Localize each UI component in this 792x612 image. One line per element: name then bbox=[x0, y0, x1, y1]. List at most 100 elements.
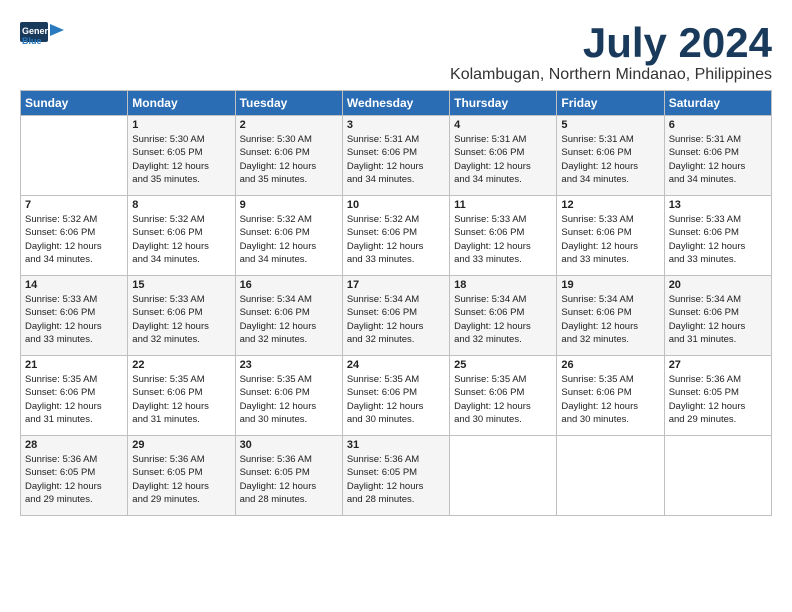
day-number: 21 bbox=[25, 359, 123, 371]
calendar-cell: 19 Sunrise: 5:34 AM Sunset: 6:06 PM Dayli… bbox=[557, 276, 664, 356]
calendar-cell: 28Sunrise: 5:36 AM Sunset: 6:05 PM Dayli… bbox=[21, 436, 128, 516]
day-number: 9 bbox=[240, 199, 338, 211]
day-number: 15 bbox=[132, 279, 230, 291]
day-details: Sunrise: 5:31 AM Sunset: 6:06 PM Dayligh… bbox=[669, 133, 767, 186]
calendar-cell: 1Sunrise: 5:30 AM Sunset: 6:05 PM Daylig… bbox=[128, 116, 235, 196]
calendar-cell: 25 Sunrise: 5:35 AM Sunset: 6:06 PM Dayli… bbox=[450, 356, 557, 436]
day-details: Sunrise: 5:34 AM Sunset: 6:06 PM Dayligh… bbox=[561, 293, 659, 346]
day-number: 11 bbox=[454, 199, 552, 211]
calendar-header-row: SundayMondayTuesdayWednesdayThursdayFrid… bbox=[21, 91, 772, 116]
calendar-cell: 10 Sunrise: 5:32 AM Sunset: 6:06 PM Dayli… bbox=[342, 196, 449, 276]
day-number: 12 bbox=[561, 199, 659, 211]
day-number: 26 bbox=[561, 359, 659, 371]
day-number: 10 bbox=[347, 199, 445, 211]
day-details: Sunrise: 5:32 AM Sunset: 6:06 PM Dayligh… bbox=[132, 213, 230, 266]
day-details: Sunrise: 5:36 AM Sunset: 6:05 PM Dayligh… bbox=[132, 453, 230, 506]
svg-text:Blue: Blue bbox=[22, 36, 42, 46]
calendar-cell: 8Sunrise: 5:32 AM Sunset: 6:06 PM Daylig… bbox=[128, 196, 235, 276]
day-details: Sunrise: 5:32 AM Sunset: 6:06 PM Dayligh… bbox=[240, 213, 338, 266]
day-details: Sunrise: 5:34 AM Sunset: 6:06 PM Dayligh… bbox=[454, 293, 552, 346]
calendar-cell: 14Sunrise: 5:33 AM Sunset: 6:06 PM Dayli… bbox=[21, 276, 128, 356]
day-details: Sunrise: 5:31 AM Sunset: 6:06 PM Dayligh… bbox=[454, 133, 552, 186]
calendar-cell bbox=[450, 436, 557, 516]
day-number: 31 bbox=[347, 439, 445, 451]
day-details: Sunrise: 5:36 AM Sunset: 6:05 PM Dayligh… bbox=[669, 373, 767, 426]
header-cell-monday: Monday bbox=[128, 91, 235, 116]
calendar-cell bbox=[557, 436, 664, 516]
week-row-5: 28Sunrise: 5:36 AM Sunset: 6:05 PM Dayli… bbox=[21, 436, 772, 516]
calendar-cell: 5Sunrise: 5:31 AM Sunset: 6:06 PM Daylig… bbox=[557, 116, 664, 196]
day-details: Sunrise: 5:34 AM Sunset: 6:06 PM Dayligh… bbox=[240, 293, 338, 346]
calendar-cell: 24 Sunrise: 5:35 AM Sunset: 6:06 PM Dayli… bbox=[342, 356, 449, 436]
calendar-cell: 22 Sunrise: 5:35 AM Sunset: 6:06 PM Dayli… bbox=[128, 356, 235, 436]
day-details: Sunrise: 5:35 AM Sunset: 6:06 PM Dayligh… bbox=[454, 373, 552, 426]
calendar-cell: 18 Sunrise: 5:34 AM Sunset: 6:06 PM Dayli… bbox=[450, 276, 557, 356]
calendar-cell bbox=[664, 436, 771, 516]
logo-icon: General Blue bbox=[20, 20, 64, 56]
day-details: Sunrise: 5:36 AM Sunset: 6:05 PM Dayligh… bbox=[25, 453, 123, 506]
calendar-cell: 15 Sunrise: 5:33 AM Sunset: 6:06 PM Dayli… bbox=[128, 276, 235, 356]
day-number: 2 bbox=[240, 119, 338, 131]
calendar-subtitle: Kolambugan, Northern Mindanao, Philippin… bbox=[450, 66, 772, 84]
day-details: Sunrise: 5:32 AM Sunset: 6:06 PM Dayligh… bbox=[25, 213, 123, 266]
day-number: 25 bbox=[454, 359, 552, 371]
calendar-cell: 13 Sunrise: 5:33 AM Sunset: 6:06 PM Dayli… bbox=[664, 196, 771, 276]
day-details: Sunrise: 5:30 AM Sunset: 6:05 PM Dayligh… bbox=[132, 133, 230, 186]
calendar-body: 1Sunrise: 5:30 AM Sunset: 6:05 PM Daylig… bbox=[21, 116, 772, 516]
day-details: Sunrise: 5:33 AM Sunset: 6:06 PM Dayligh… bbox=[132, 293, 230, 346]
day-number: 22 bbox=[132, 359, 230, 371]
day-number: 30 bbox=[240, 439, 338, 451]
week-row-1: 1Sunrise: 5:30 AM Sunset: 6:05 PM Daylig… bbox=[21, 116, 772, 196]
title-area: July 2024 Kolambugan, Northern Mindanao,… bbox=[450, 20, 772, 84]
day-number: 24 bbox=[347, 359, 445, 371]
day-details: Sunrise: 5:34 AM Sunset: 6:06 PM Dayligh… bbox=[669, 293, 767, 346]
day-number: 29 bbox=[132, 439, 230, 451]
day-details: Sunrise: 5:31 AM Sunset: 6:06 PM Dayligh… bbox=[347, 133, 445, 186]
calendar-cell: 9 Sunrise: 5:32 AM Sunset: 6:06 PM Daylig… bbox=[235, 196, 342, 276]
calendar-cell: 3Sunrise: 5:31 AM Sunset: 6:06 PM Daylig… bbox=[342, 116, 449, 196]
day-details: Sunrise: 5:33 AM Sunset: 6:06 PM Dayligh… bbox=[669, 213, 767, 266]
calendar-cell: 27 Sunrise: 5:36 AM Sunset: 6:05 PM Dayli… bbox=[664, 356, 771, 436]
calendar-cell: 29 Sunrise: 5:36 AM Sunset: 6:05 PM Dayli… bbox=[128, 436, 235, 516]
calendar-cell: 16 Sunrise: 5:34 AM Sunset: 6:06 PM Dayli… bbox=[235, 276, 342, 356]
calendar-table: SundayMondayTuesdayWednesdayThursdayFrid… bbox=[20, 90, 772, 516]
day-details: Sunrise: 5:32 AM Sunset: 6:06 PM Dayligh… bbox=[347, 213, 445, 266]
day-number: 16 bbox=[240, 279, 338, 291]
header-cell-saturday: Saturday bbox=[664, 91, 771, 116]
calendar-cell: 23Sunrise: 5:35 AM Sunset: 6:06 PM Dayli… bbox=[235, 356, 342, 436]
calendar-cell: 30 Sunrise: 5:36 AM Sunset: 6:05 PM Dayli… bbox=[235, 436, 342, 516]
day-details: Sunrise: 5:35 AM Sunset: 6:06 PM Dayligh… bbox=[132, 373, 230, 426]
header-cell-thursday: Thursday bbox=[450, 91, 557, 116]
day-number: 13 bbox=[669, 199, 767, 211]
day-details: Sunrise: 5:30 AM Sunset: 6:06 PM Dayligh… bbox=[240, 133, 338, 186]
calendar-cell: 26Sunrise: 5:35 AM Sunset: 6:06 PM Dayli… bbox=[557, 356, 664, 436]
header: General Blue July 2024 Kolambugan, North… bbox=[20, 20, 772, 84]
day-number: 6 bbox=[669, 119, 767, 131]
header-cell-wednesday: Wednesday bbox=[342, 91, 449, 116]
calendar-cell: 7 Sunrise: 5:32 AM Sunset: 6:06 PM Daylig… bbox=[21, 196, 128, 276]
calendar-cell: 2 Sunrise: 5:30 AM Sunset: 6:06 PM Daylig… bbox=[235, 116, 342, 196]
day-details: Sunrise: 5:33 AM Sunset: 6:06 PM Dayligh… bbox=[561, 213, 659, 266]
day-details: Sunrise: 5:36 AM Sunset: 6:05 PM Dayligh… bbox=[347, 453, 445, 506]
day-details: Sunrise: 5:34 AM Sunset: 6:06 PM Dayligh… bbox=[347, 293, 445, 346]
week-row-3: 14 Sunrise: 5:33 AM Sunset: 6:06 PM Dayli… bbox=[21, 276, 772, 356]
day-number: 14 bbox=[25, 279, 123, 291]
day-number: 19 bbox=[561, 279, 659, 291]
calendar-cell: 12 Sunrise: 5:33 AM Sunset: 6:06 PM Dayli… bbox=[557, 196, 664, 276]
day-number: 27 bbox=[669, 359, 767, 371]
day-details: Sunrise: 5:35 AM Sunset: 6:06 PM Dayligh… bbox=[25, 373, 123, 426]
day-number: 17 bbox=[347, 279, 445, 291]
day-number: 7 bbox=[25, 199, 123, 211]
calendar-cell: 31 Sunrise: 5:36 AM Sunset: 6:05 PM Dayli… bbox=[342, 436, 449, 516]
day-details: Sunrise: 5:33 AM Sunset: 6:06 PM Dayligh… bbox=[454, 213, 552, 266]
day-number: 4 bbox=[454, 119, 552, 131]
day-details: Sunrise: 5:35 AM Sunset: 6:06 PM Dayligh… bbox=[347, 373, 445, 426]
day-number: 20 bbox=[669, 279, 767, 291]
header-cell-friday: Friday bbox=[557, 91, 664, 116]
day-number: 18 bbox=[454, 279, 552, 291]
day-details: Sunrise: 5:36 AM Sunset: 6:05 PM Dayligh… bbox=[240, 453, 338, 506]
calendar-title: July 2024 bbox=[450, 20, 772, 66]
day-number: 23 bbox=[240, 359, 338, 371]
week-row-4: 21 Sunrise: 5:35 AM Sunset: 6:06 PM Dayli… bbox=[21, 356, 772, 436]
header-cell-sunday: Sunday bbox=[21, 91, 128, 116]
